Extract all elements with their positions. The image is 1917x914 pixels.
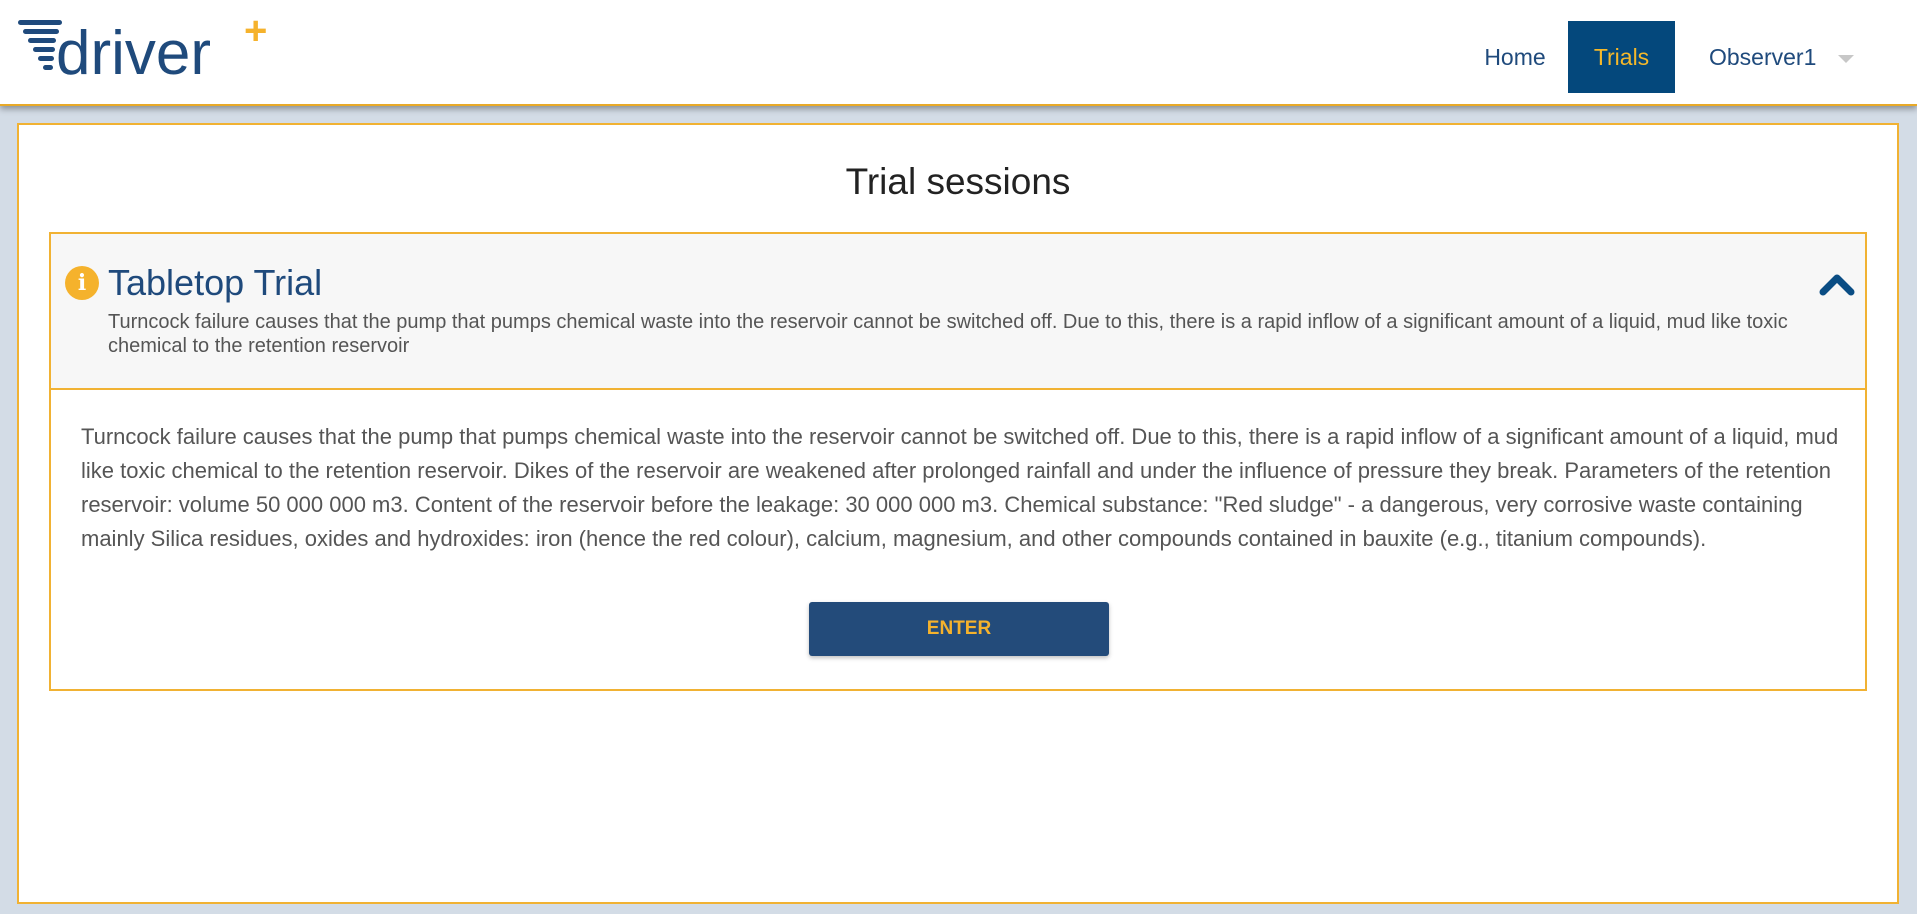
driver-logo[interactable]: driver + bbox=[18, 9, 278, 88]
trial-accordion-body: Turncock failure causes that the pump th… bbox=[51, 390, 1865, 691]
nav-home[interactable]: Home bbox=[1462, 21, 1568, 93]
logo-text: driver bbox=[56, 19, 211, 82]
trial-accordion: i Tabletop Trial Turncock failure causes… bbox=[49, 232, 1867, 691]
trial-description: Turncock failure causes that the pump th… bbox=[81, 424, 1839, 551]
user-menu[interactable]: Observer1 bbox=[1689, 21, 1855, 93]
user-name: Observer1 bbox=[1709, 43, 1817, 70]
main-nav: Home Trials Observer1 bbox=[1462, 21, 1917, 93]
page-title: Trial sessions bbox=[845, 161, 1071, 202]
info-icon: i bbox=[65, 266, 99, 300]
chevron-up-icon[interactable] bbox=[1819, 270, 1855, 298]
driver-logo-graphic: driver + bbox=[18, 9, 267, 88]
trial-title: Tabletop Trial bbox=[108, 262, 323, 303]
main-card: Trial sessions i Tabletop Trial Turncock… bbox=[17, 123, 1899, 904]
trial-summary: Turncock failure causes that the pump th… bbox=[108, 311, 1788, 357]
nav-trials-active[interactable]: Trials bbox=[1568, 21, 1675, 93]
logo-plus: + bbox=[244, 14, 267, 53]
trial-accordion-header[interactable]: i Tabletop Trial Turncock failure causes… bbox=[51, 234, 1865, 390]
enter-button[interactable]: ENTER bbox=[809, 602, 1109, 656]
top-navbar: driver + Home Trials Observer1 bbox=[0, 0, 1917, 106]
caret-down-icon bbox=[1838, 54, 1855, 63]
